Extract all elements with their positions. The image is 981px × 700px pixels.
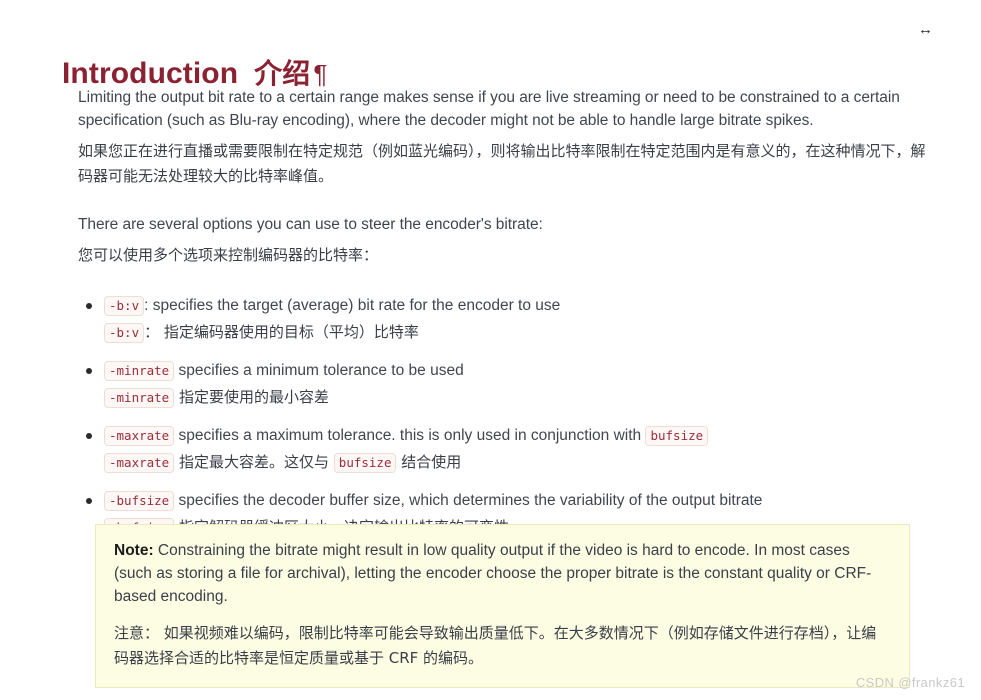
- code-span-bufsize-ref-cn: bufsize: [333, 453, 397, 473]
- option-line-en: -maxrate specifies a maximum tolerance. …: [104, 424, 938, 448]
- option-line-en: -b:v: specifies the target (average) bit…: [104, 294, 938, 318]
- document-page: ↔ Introduction 介绍 ¶ Limiting the output bi…: [0, 0, 981, 700]
- option-description-cn: ： 指定编码器使用的目标（平均）比特率: [144, 323, 419, 341]
- note-text-cn: 注意： 如果视频难以编码，限制比特率可能会导致输出质量低下。在大多数情况下（例如…: [114, 624, 877, 667]
- list-item: -maxrate specifies a maximum tolerance. …: [78, 424, 938, 477]
- code-span-maxrate-cn: -maxrate: [104, 453, 175, 473]
- code-span-maxrate: -maxrate: [104, 426, 175, 446]
- anchor-link[interactable]: ¶: [313, 59, 327, 89]
- code-span-bufsize: -bufsize: [104, 491, 175, 511]
- intro-paragraph-cn: 如果您正在进行直播或需要限制在特定规范（例如蓝光编码），则将输出比特率限制在特定…: [78, 142, 926, 185]
- list-item: -minrate specifies a minimum tolerance t…: [78, 359, 938, 412]
- note-callout: Note: Constraining the bitrate might res…: [95, 524, 910, 688]
- intro-paragraph-en: Limiting the output bit rate to a certai…: [78, 89, 900, 129]
- options-intro-en: There are several options you can use to…: [78, 216, 543, 233]
- option-line-cn: -maxrate 指定最大容差。这仅与 bufsize 结合使用: [104, 448, 938, 477]
- option-description-en: specifies a maximum tolerance. this is o…: [178, 427, 642, 444]
- option-line-en: -bufsize specifies the decoder buffer si…: [104, 489, 938, 513]
- list-item: -b:v: specifies the target (average) bit…: [78, 294, 938, 347]
- code-span-b-v: -b:v: [104, 296, 145, 316]
- option-description-cn: 指定最大容差。这仅与: [179, 453, 330, 471]
- option-line-en: -minrate specifies a minimum tolerance t…: [104, 359, 938, 383]
- code-span-minrate: -minrate: [104, 361, 175, 381]
- code-span-minrate-cn: -minrate: [104, 388, 175, 408]
- option-line-cn: -minrate 指定要使用的最小容差: [104, 383, 938, 412]
- option-description-en: specifies a minimum tolerance to be used: [178, 362, 464, 379]
- note-body-en: Constraining the bitrate might result in…: [114, 542, 872, 605]
- watermark: CSDN @frankz61: [855, 675, 965, 690]
- option-description-en: specifies the decoder buffer size, which…: [178, 492, 763, 509]
- note-text-en: Note: Constraining the bitrate might res…: [114, 539, 891, 608]
- code-span-bufsize-ref: bufsize: [645, 426, 709, 446]
- option-description-cn: 指定要使用的最小容差: [179, 388, 330, 406]
- option-line-cn: -b:v： 指定编码器使用的目标（平均）比特率: [104, 318, 938, 347]
- options-intro-cn: 您可以使用多个选项来控制编码器的比特率：: [78, 246, 379, 264]
- option-description-en: : specifies the target (average) bit rat…: [144, 297, 561, 314]
- note-label: Note:: [114, 542, 154, 559]
- options-list: -b:v: specifies the target (average) bit…: [78, 294, 938, 542]
- code-span-b-v-cn: -b:v: [104, 323, 145, 343]
- option-description-cn-2: 结合使用: [401, 453, 462, 471]
- horizontal-resize-icon[interactable]: ↔: [918, 22, 933, 37]
- document-content: Limiting the output bit rate to a certai…: [78, 86, 938, 554]
